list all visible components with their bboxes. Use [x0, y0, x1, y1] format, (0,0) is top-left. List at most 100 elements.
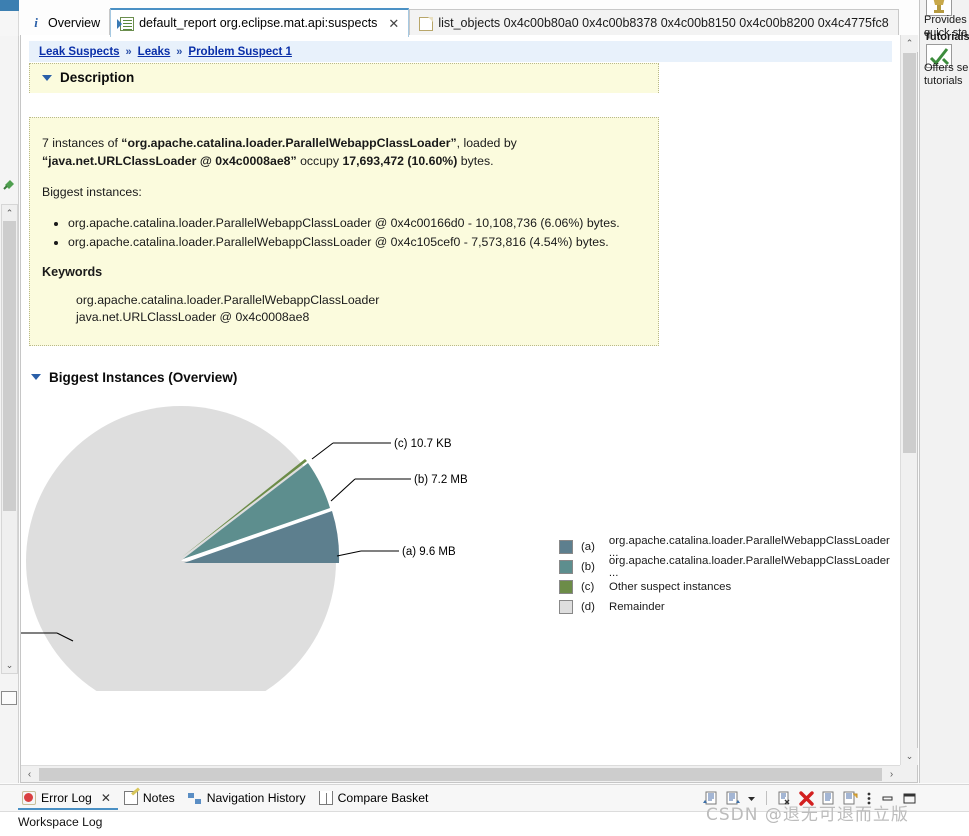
- description-section-header[interactable]: Description: [29, 63, 659, 93]
- view-tab-label: Error Log: [41, 790, 92, 805]
- left-rail-scrollbar[interactable]: ⌃ ⌄: [1, 204, 18, 674]
- list-item: org.apache.catalina.loader.ParallelWebap…: [68, 214, 640, 232]
- view-tab-error-log[interactable]: Error Log ✕: [18, 787, 120, 808]
- keywords-title: Keywords: [42, 265, 103, 280]
- desc-loader: “java.net.URLClassLoader @ 0x4c0008ae8”: [42, 154, 297, 169]
- keyword-item: java.net.URLClassLoader @ 0x4c0008ae8: [76, 310, 310, 325]
- welcome-text-3: Tutorials: [924, 31, 969, 43]
- editor-vertical-scrollbar[interactable]: ⌃ ⌄: [900, 35, 918, 765]
- legend-key: (b): [581, 560, 595, 573]
- desc-mid: , loaded by: [456, 136, 517, 150]
- legend-swatch-c: [559, 579, 573, 594]
- desc-pre: 7 instances of: [42, 136, 122, 150]
- legend-item: (a) org.apache.catalina.loader.ParallelW…: [559, 535, 900, 559]
- editor-tabs: i Overview default_report org.eclipse.ma…: [20, 4, 899, 37]
- welcome-text-1: Provides: [924, 14, 967, 26]
- navigation-history-icon: [187, 791, 202, 805]
- scroll-up-icon[interactable]: ⌃: [2, 205, 17, 221]
- watermark: CSDN @退无可退而立版: [706, 805, 909, 825]
- keywords-list: org.apache.catalina.loader.ParallelWebap…: [42, 292, 640, 327]
- view-tab-label: Compare Basket: [337, 790, 429, 805]
- editor-tab-overview[interactable]: i Overview: [20, 9, 111, 37]
- breadcrumb-separator: »: [125, 45, 132, 58]
- biggest-instances-label: Biggest instances:: [42, 185, 142, 200]
- scroll-thumb[interactable]: [3, 221, 16, 511]
- biggest-instances-section-header[interactable]: Biggest Instances (Overview): [31, 370, 900, 385]
- editor-tab-label: default_report org.eclipse.mat.api:suspe…: [139, 16, 378, 31]
- editor-tab-close-icon[interactable]: ✕: [388, 16, 399, 32]
- collapse-triangle-icon[interactable]: [42, 74, 52, 81]
- legend-swatch-b: [559, 559, 573, 574]
- fast-view-icon[interactable]: [2, 176, 18, 192]
- description-title: Description: [60, 70, 135, 85]
- legend-label: Remainder: [609, 600, 665, 613]
- report-editor: Leak Suspects » Leaks » Problem Suspect …: [20, 35, 918, 783]
- keyword-item: org.apache.catalina.loader.ParallelWebap…: [76, 292, 380, 307]
- legend-label: org.apache.catalina.loader.ParallelWebap…: [608, 554, 890, 579]
- description-paragraph: 7 instances of “org.apache.catalina.load…: [42, 134, 640, 170]
- pie-callout-b: (b) 7.2 MB: [414, 474, 468, 486]
- active-view-marker: [0, 0, 19, 11]
- pie-callout-a: (a) 9.6 MB: [402, 546, 456, 558]
- view-tab-close-icon[interactable]: ✕: [101, 791, 111, 805]
- legend-item: (b) org.apache.catalina.loader.ParallelW…: [559, 554, 900, 579]
- legend-swatch-a: [559, 539, 573, 554]
- editor-tab-label: Overview: [48, 15, 101, 30]
- breadcrumb-item-leaks[interactable]: Leaks: [138, 46, 171, 58]
- report-icon: [117, 16, 135, 31]
- pie-callout-c: (c) 10.7 KB: [394, 438, 452, 450]
- scroll-down-icon[interactable]: ⌄: [2, 657, 17, 673]
- chart-section-title: Biggest Instances (Overview): [49, 369, 238, 385]
- list-item: org.apache.catalina.loader.ParallelWebap…: [68, 233, 640, 251]
- legend-swatch-d: [559, 599, 573, 614]
- breadcrumb-item-leak-suspects[interactable]: Leak Suspects: [39, 46, 120, 58]
- editor-horizontal-scrollbar[interactable]: ‹ ›: [21, 765, 900, 782]
- editor-tab-list-objects[interactable]: list_objects 0x4c00b80a0 0x4c00b8378 0x4…: [409, 9, 899, 37]
- minimize-view-button[interactable]: [1, 691, 17, 705]
- vertical-scroll-thumb[interactable]: [903, 53, 916, 453]
- editor-tab-strip: i Overview default_report org.eclipse.ma…: [0, 0, 969, 37]
- workspace-log-label: Workspace Log: [18, 815, 103, 829]
- legend-item: (c) Other suspect instances: [559, 577, 900, 597]
- view-tab-notes[interactable]: Notes: [120, 787, 184, 808]
- compare-basket-icon: [318, 790, 333, 805]
- biggest-instances-list: org.apache.catalina.loader.ParallelWebap…: [42, 214, 640, 251]
- scroll-down-icon[interactable]: ⌄: [901, 748, 918, 765]
- error-log-icon: [22, 790, 36, 805]
- breadcrumb-separator: »: [176, 45, 183, 58]
- scroll-up-icon[interactable]: ⌃: [901, 35, 918, 52]
- horizontal-scroll-thumb[interactable]: [39, 768, 882, 781]
- info-icon: i: [34, 15, 38, 30]
- view-tab-navigation-history[interactable]: Navigation History: [184, 787, 315, 808]
- eclipse-window: i Overview default_report org.eclipse.ma…: [0, 0, 969, 836]
- pie-legend: (a) org.apache.catalina.loader.ParallelW…: [559, 535, 900, 617]
- welcome-text-5: tutorials: [924, 75, 963, 87]
- legend-item: (d) Remainder: [559, 597, 900, 617]
- left-rail: ⌃ ⌄: [0, 36, 19, 783]
- desc-class: “org.apache.catalina.loader.ParallelWeba…: [121, 136, 457, 150]
- legend-label: Other suspect instances: [609, 580, 732, 593]
- scroll-right-icon[interactable]: ›: [883, 766, 900, 783]
- view-tab-label: Notes: [142, 790, 175, 805]
- view-tab-compare-basket[interactable]: Compare Basket: [315, 787, 438, 808]
- desc-bytes: 17,693,472 (10.60%): [342, 154, 458, 169]
- legend-key: (c): [581, 580, 595, 593]
- description-body: 7 instances of “org.apache.catalina.load…: [29, 117, 659, 346]
- collapse-triangle-icon[interactable]: [31, 374, 41, 381]
- report-content: Leak Suspects » Leaks » Problem Suspect …: [21, 35, 900, 765]
- desc-post: bytes.: [457, 154, 494, 169]
- document-icon: [419, 16, 434, 31]
- pie-chart-area: (c) 10.7 KB (b) 7.2 MB (a) 9.6 MB (d) 14…: [21, 391, 900, 716]
- bottom-view-tabs: Error Log ✕ Notes Navigation History Com…: [18, 787, 437, 808]
- breadcrumb: Leak Suspects » Leaks » Problem Suspect …: [29, 41, 892, 62]
- legend-key: (d): [581, 600, 595, 613]
- desc-occupy: occupy: [296, 154, 343, 169]
- legend-key: (a): [581, 540, 595, 553]
- welcome-panel-edge: Provides quick sta Tutorials Offers se t…: [919, 0, 969, 783]
- view-tab-label: Navigation History: [206, 790, 306, 805]
- scrollbar-corner: [900, 765, 917, 782]
- scroll-left-icon[interactable]: ‹: [21, 766, 38, 783]
- breadcrumb-item-problem-suspect-1[interactable]: Problem Suspect 1: [188, 46, 292, 58]
- editor-tab-default-report[interactable]: default_report org.eclipse.mat.api:suspe…: [110, 8, 410, 37]
